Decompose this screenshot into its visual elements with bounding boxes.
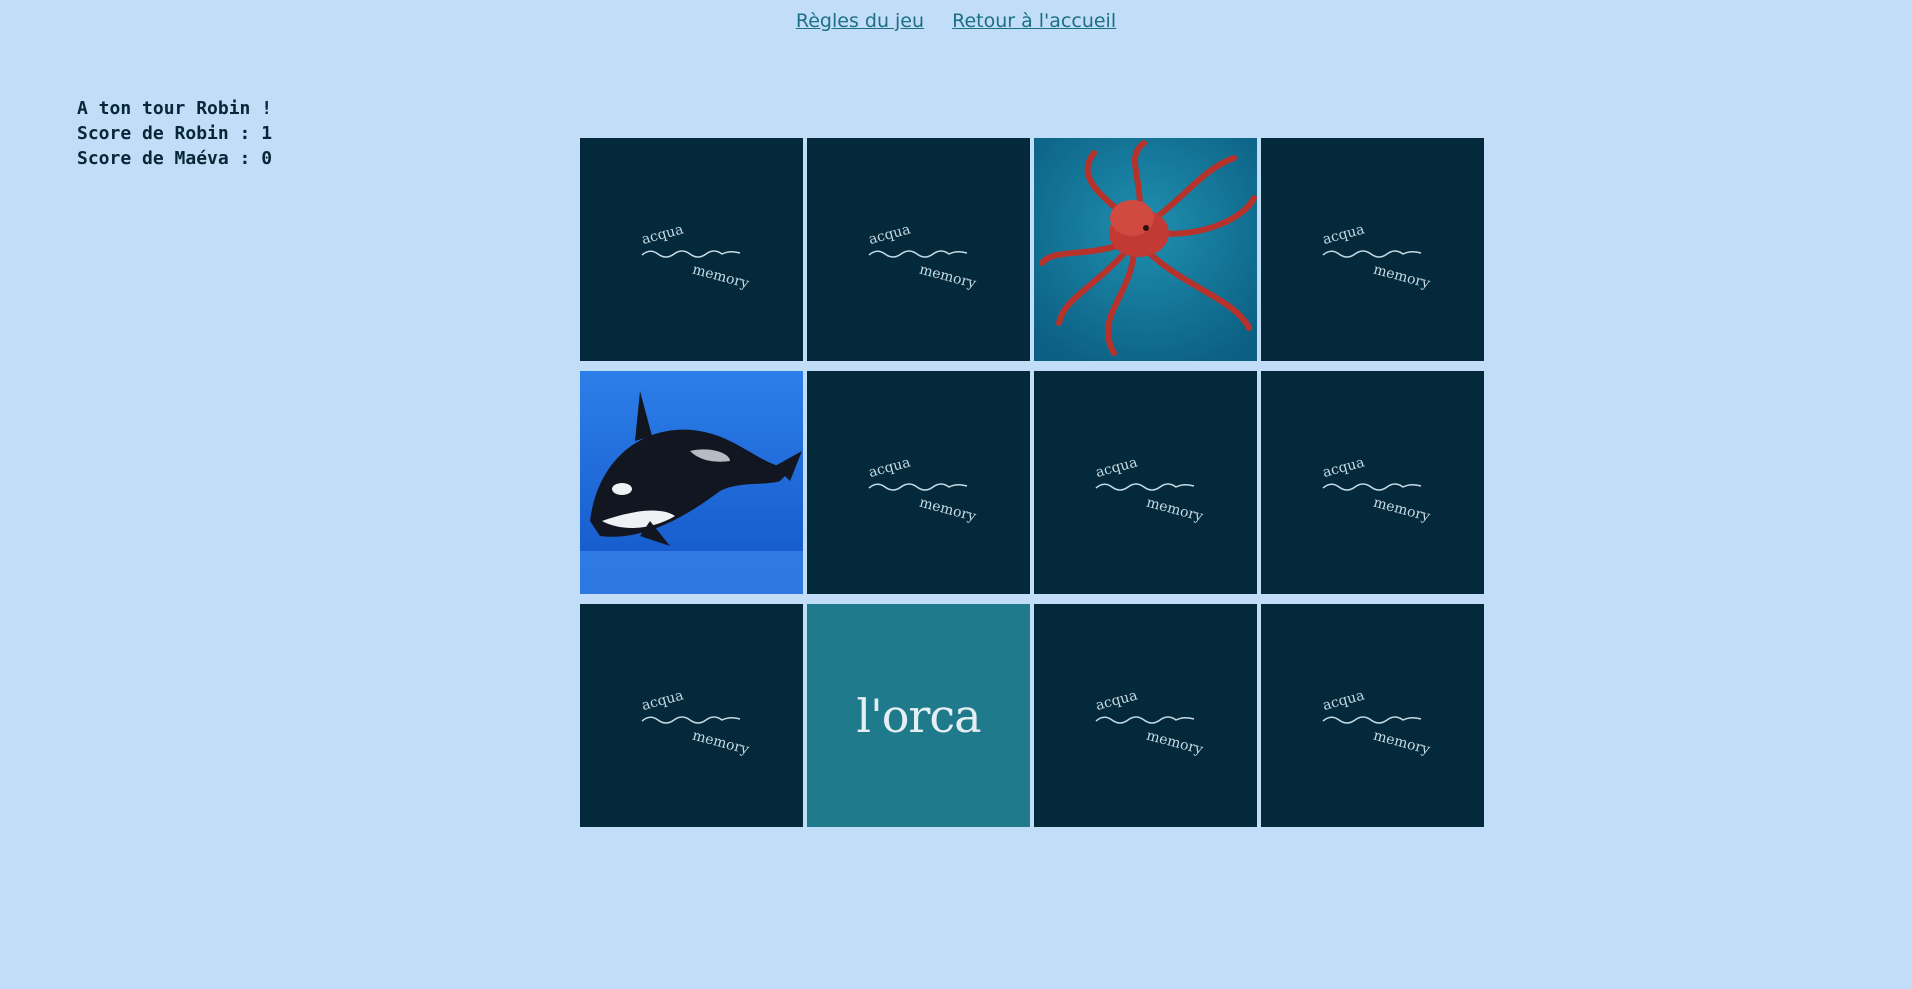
acqua-memory-logo-icon: acqua memory bbox=[1321, 687, 1432, 758]
rules-link[interactable]: Règles du jeu bbox=[796, 10, 924, 32]
card-hidden[interactable]: acqua memory bbox=[1034, 604, 1257, 827]
card-hidden[interactable]: acqua memory bbox=[1261, 138, 1484, 361]
octopus-image bbox=[1034, 138, 1257, 361]
turn-indicator: A ton tour Robin ! bbox=[77, 98, 273, 119]
svg-text:memory: memory bbox=[1372, 495, 1432, 525]
card-hidden[interactable]: acqua memory bbox=[580, 138, 803, 361]
game-status: A ton tour Robin ! Score de Robin : 1 Scor… bbox=[77, 96, 272, 171]
svg-text:acqua: acqua bbox=[1321, 221, 1366, 247]
card-hidden[interactable]: acqua memory bbox=[1261, 371, 1484, 594]
memory-board: acqua memory acqua memory acqua memory a… bbox=[580, 138, 1484, 827]
svg-text:memory: memory bbox=[1145, 495, 1205, 525]
card-hidden[interactable]: acqua memory bbox=[1261, 604, 1484, 827]
score-player2: Score de Maéva : 0 bbox=[77, 148, 273, 169]
svg-text:acqua: acqua bbox=[867, 454, 912, 480]
svg-text:acqua: acqua bbox=[1094, 454, 1139, 480]
svg-text:acqua: acqua bbox=[1321, 454, 1366, 480]
svg-text:acqua: acqua bbox=[640, 687, 685, 713]
acqua-memory-logo-icon: acqua memory bbox=[1094, 687, 1205, 758]
acqua-memory-logo-icon: acqua memory bbox=[640, 221, 751, 292]
acqua-memory-logo-icon: acqua memory bbox=[1321, 221, 1432, 292]
home-link[interactable]: Retour à l'accueil bbox=[952, 10, 1116, 32]
svg-text:memory: memory bbox=[1372, 262, 1432, 292]
svg-text:memory: memory bbox=[1145, 728, 1205, 758]
svg-text:acqua: acqua bbox=[1321, 687, 1366, 713]
svg-text:memory: memory bbox=[918, 262, 978, 292]
card-revealed-name[interactable]: l'orca bbox=[807, 604, 1030, 827]
card-revealed-octopus[interactable] bbox=[1034, 138, 1257, 361]
svg-text:acqua: acqua bbox=[640, 221, 685, 247]
svg-text:memory: memory bbox=[691, 728, 751, 758]
acqua-memory-logo-icon: acqua memory bbox=[1094, 454, 1205, 525]
card-revealed-orca[interactable] bbox=[580, 371, 803, 594]
card-hidden[interactable]: acqua memory bbox=[1034, 371, 1257, 594]
top-nav: Règles du jeu Retour à l'accueil bbox=[0, 10, 1912, 32]
svg-text:memory: memory bbox=[918, 495, 978, 525]
acqua-memory-logo-icon: acqua memory bbox=[1321, 454, 1432, 525]
svg-text:acqua: acqua bbox=[867, 221, 912, 247]
svg-text:acqua: acqua bbox=[1094, 687, 1139, 713]
acqua-memory-logo-icon: acqua memory bbox=[867, 454, 978, 525]
svg-text:memory: memory bbox=[1372, 728, 1432, 758]
svg-text:memory: memory bbox=[691, 262, 751, 292]
acqua-memory-logo-icon: acqua memory bbox=[867, 221, 978, 292]
score-player1: Score de Robin : 1 bbox=[77, 123, 273, 144]
card-hidden[interactable]: acqua memory bbox=[807, 371, 1030, 594]
card-hidden[interactable]: acqua memory bbox=[807, 138, 1030, 361]
acqua-memory-logo-icon: acqua memory bbox=[640, 687, 751, 758]
card-name-label: l'orca bbox=[856, 688, 981, 743]
card-hidden[interactable]: acqua memory bbox=[580, 604, 803, 827]
orca-image bbox=[580, 371, 803, 594]
